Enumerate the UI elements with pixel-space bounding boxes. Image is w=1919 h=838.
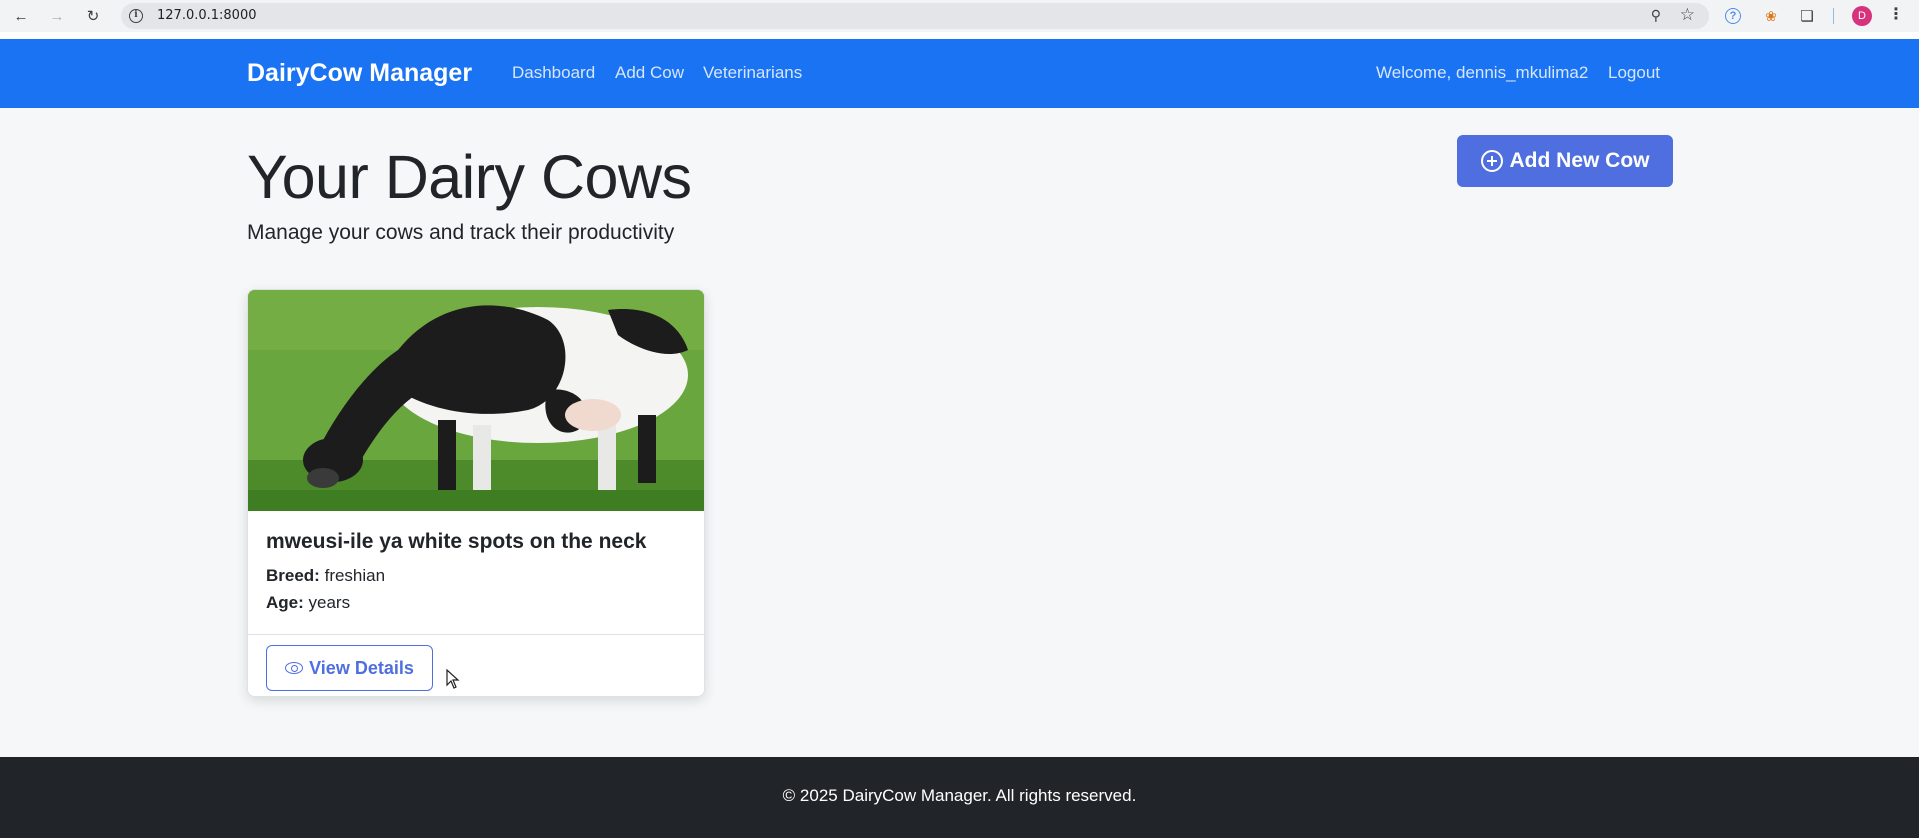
nav-link-dashboard[interactable]: Dashboard xyxy=(512,63,595,83)
breed-value: freshian xyxy=(324,566,386,585)
page-subtitle: Manage your cows and track their product… xyxy=(247,221,675,244)
address-bar[interactable]: i 127.0.0.1:8000 ⚲ ☆ xyxy=(121,3,1709,29)
welcome-user-text: Welcome, dennis_mkulima2 xyxy=(1376,63,1589,82)
site-footer: © 2025 DairyCow Manager. All rights rese… xyxy=(0,757,1919,838)
site-info-icon[interactable]: i xyxy=(129,9,143,23)
breed-label: Breed: xyxy=(266,566,320,585)
site-navbar: DairyCow Manager Dashboard Add Cow Veter… xyxy=(0,39,1919,108)
plus-circle-icon xyxy=(1480,150,1503,172)
toolbar-divider xyxy=(1833,8,1834,24)
bookmark-star-icon[interactable]: ☆ xyxy=(1680,5,1695,25)
main-content: Your Dairy Cows Manage your cows and tra… xyxy=(0,108,1919,757)
cow-image xyxy=(248,290,704,511)
nav-link-veterinarians[interactable]: Veterinarians xyxy=(703,63,802,83)
age-label: Age: xyxy=(266,593,304,612)
eye-icon xyxy=(285,662,304,674)
view-details-button[interactable]: View Details xyxy=(266,645,433,691)
age-value: years xyxy=(308,593,351,612)
url-text[interactable]: 127.0.0.1:8000 xyxy=(157,8,257,23)
mouse-cursor-icon xyxy=(446,669,460,689)
page-title: Your Dairy Cows xyxy=(247,143,692,211)
cow-name: mweusi-ile ya white spots on the neck xyxy=(266,530,647,553)
forward-arrow-icon[interactable]: → xyxy=(45,4,69,28)
brand-logo-text[interactable]: DairyCow Manager xyxy=(247,59,472,88)
add-new-cow-button[interactable]: Add New Cow xyxy=(1457,135,1673,187)
cow-age: Age: years xyxy=(266,593,350,613)
help-extension-icon[interactable]: ? xyxy=(1725,8,1741,24)
cow-breed: Breed: freshian xyxy=(266,566,385,586)
extensions-puzzle-icon[interactable]: ❏ xyxy=(1797,6,1817,26)
browser-menu-icon[interactable]: ⋮ xyxy=(1888,4,1904,24)
cow-card: mweusi-ile ya white spots on the neck Br… xyxy=(247,289,705,697)
nav-link-add-cow[interactable]: Add Cow xyxy=(615,63,684,83)
logout-link[interactable]: Logout xyxy=(1608,63,1660,83)
metamask-fox-icon[interactable]: ❀ xyxy=(1761,6,1781,26)
profile-avatar[interactable]: D xyxy=(1852,6,1872,26)
back-arrow-icon[interactable]: ← xyxy=(9,4,33,28)
footer-copyright: © 2025 DairyCow Manager. All rights rese… xyxy=(782,786,1137,805)
add-new-cow-label: Add New Cow xyxy=(1509,149,1650,172)
browser-toolbar: ← → ↻ i 127.0.0.1:8000 ⚲ ☆ ? ❀ ❏ D ⋮ xyxy=(0,0,1919,32)
card-footer: View Details xyxy=(248,634,704,696)
reload-icon[interactable]: ↻ xyxy=(81,4,105,28)
cow-photo-illustration xyxy=(248,290,704,511)
zoom-icon[interactable]: ⚲ xyxy=(1651,7,1661,24)
view-details-label: View Details xyxy=(309,657,414,678)
